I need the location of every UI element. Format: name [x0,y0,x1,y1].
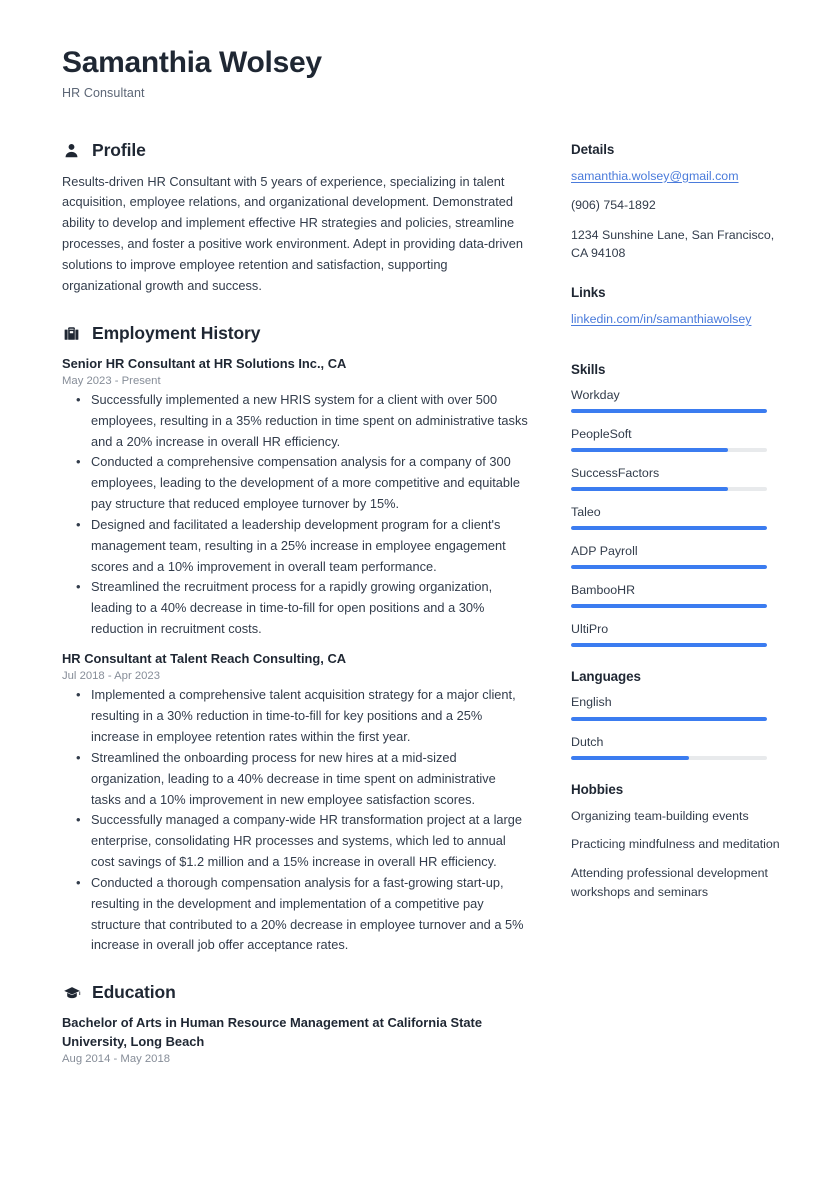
sidebar-block-skills: Skills Workday PeopleSoft SuccessFactors [571,362,783,648]
skill-level-fill [571,526,767,531]
language-level-fill [571,755,689,760]
sidebar-block-details: Details samanthia.wolsey@gmail.com (906)… [571,142,783,263]
skill-item: SuccessFactors [571,465,783,491]
employment-entry-bullets: Implemented a comprehensive talent acqui… [62,684,528,956]
skill-level-track [571,447,767,452]
list-item: Conducted a comprehensive compensation a… [62,451,528,515]
person-icon [62,141,81,160]
education-entry: Bachelor of Arts in Human Resource Manag… [62,1014,528,1065]
list-item: Implemented a comprehensive talent acqui… [62,684,528,748]
section-education-header: Education [62,982,528,1003]
skill-level-track [571,408,767,413]
employment-entry-bullets: Successfully implemented a new HRIS syst… [62,389,528,640]
sidebar-details-title: Details [571,141,615,157]
section-profile-header: Profile [62,140,528,161]
language-level-track [571,716,767,721]
employment-entry: Senior HR Consultant at HR Solutions Inc… [62,355,528,640]
list-item: Streamlined the recruitment process for … [62,576,528,640]
main-column: Profile Results-driven HR Consultant wit… [62,140,528,1091]
section-employment-title: Employment History [92,322,261,343]
address-value: 1234 Sunshine Lane, San Francisco, CA 94… [571,227,775,261]
skill-level-fill [571,486,728,491]
section-education: Education Bachelor of Arts in Human Reso… [62,982,528,1065]
employment-entry-date: May 2023 - Present [62,374,161,387]
skill-item: ADP Payroll [571,543,783,570]
employment-entry-title: HR Consultant at Talent Reach Consulting… [62,651,347,666]
skill-label: Taleo [571,504,601,519]
employment-entry-date: Jul 2018 - Apr 2023 [62,670,160,683]
skill-level-track [571,526,767,531]
education-entry-title: Bachelor of Arts in Human Resource Manag… [62,1015,482,1049]
section-profile: Profile Results-driven HR Consultant wit… [62,140,528,297]
employment-entry: HR Consultant at Talent Reach Consulting… [62,650,528,956]
sidebar-block-languages: Languages English Dutch [571,669,783,760]
skill-level-fill [571,604,767,609]
skill-level-fill [571,565,767,570]
list-item: Designed and facilitated a leadership de… [62,514,528,578]
skill-label: BambooHR [571,583,636,598]
language-level-fill [571,716,767,721]
education-entry-date: Aug 2014 - May 2018 [62,1052,171,1065]
section-education-title: Education [92,982,176,1003]
candidate-name: Samanthia Wolsey [62,46,322,79]
education-entries: Bachelor of Arts in Human Resource Manag… [62,1014,528,1065]
sidebar-block-links: Links linkedin.com/in/samanthiawolsey [571,285,783,340]
section-employment-history: Employment History Senior HR Consultant … [62,323,528,957]
hobby-item: Organizing team-building events [571,808,749,823]
skill-level-fill [571,643,767,648]
employment-entry-title: Senior HR Consultant at HR Solutions Inc… [62,355,347,371]
list-item: Successfully managed a company-wide HR t… [62,809,528,873]
skill-level-fill [571,447,728,452]
skill-item: Workday [571,387,783,413]
skill-item: PeopleSoft [571,426,783,452]
list-item: Streamlined the onboarding process for n… [62,747,528,811]
sidebar-links-title: Links [571,284,606,300]
hobby-item: Attending professional development works… [571,865,769,899]
language-item: English [571,694,783,721]
skill-level-fill [571,408,767,413]
language-item: Dutch [571,734,783,760]
language-label: Dutch [571,734,604,749]
resume-body: Profile Results-driven HR Consultant wit… [62,140,781,1091]
briefcase-icon [62,324,81,343]
skill-label: ADP Payroll [571,544,638,559]
employment-entries: Senior HR Consultant at HR Solutions Inc… [62,355,528,957]
skill-label: Workday [571,387,620,402]
skill-level-track [571,604,767,609]
skill-item: BambooHR [571,582,783,609]
list-item: Successfully implemented a new HRIS syst… [62,389,528,453]
skill-level-track [571,643,767,648]
language-level-track [571,755,767,760]
candidate-job-title: HR Consultant [62,85,145,100]
resume-page: Samanthia Wolsey HR Consultant Profile R… [0,0,833,1178]
skill-label: SuccessFactors [571,465,660,480]
sidebar-languages-title: Languages [571,669,641,685]
skill-label: UltiPro [571,622,609,637]
hobby-item: Practicing mindfulness and meditation [571,837,780,852]
language-label: English [571,695,612,710]
skill-label: PeopleSoft [571,426,632,441]
skill-item: UltiPro [571,621,783,648]
resume-header: Samanthia Wolsey HR Consultant [62,46,781,100]
sidebar-block-hobbies: Hobbies Organizing team-building events … [571,782,783,901]
sidebar-column: Details samanthia.wolsey@gmail.com (906)… [571,140,783,924]
section-profile-title: Profile [92,139,146,160]
graduation-cap-icon [62,983,81,1002]
list-item: Conducted a thorough compensation analys… [62,872,528,956]
profile-summary-text: Results-driven HR Consultant with 5 year… [62,173,523,293]
skill-item: Taleo [571,504,783,531]
section-profile-body: Results-driven HR Consultant with 5 year… [62,172,528,297]
sidebar-hobbies-title: Hobbies [571,781,624,797]
email-link[interactable]: samanthia.wolsey@gmail.com [571,167,739,186]
phone-value: (906) 754-1892 [571,198,656,213]
sidebar-skills-title: Skills [571,361,606,377]
section-employment-header: Employment History [62,323,528,344]
skill-level-track [571,486,767,491]
skill-level-track [571,565,767,570]
linkedin-link[interactable]: linkedin.com/in/samanthiawolsey [571,310,751,329]
